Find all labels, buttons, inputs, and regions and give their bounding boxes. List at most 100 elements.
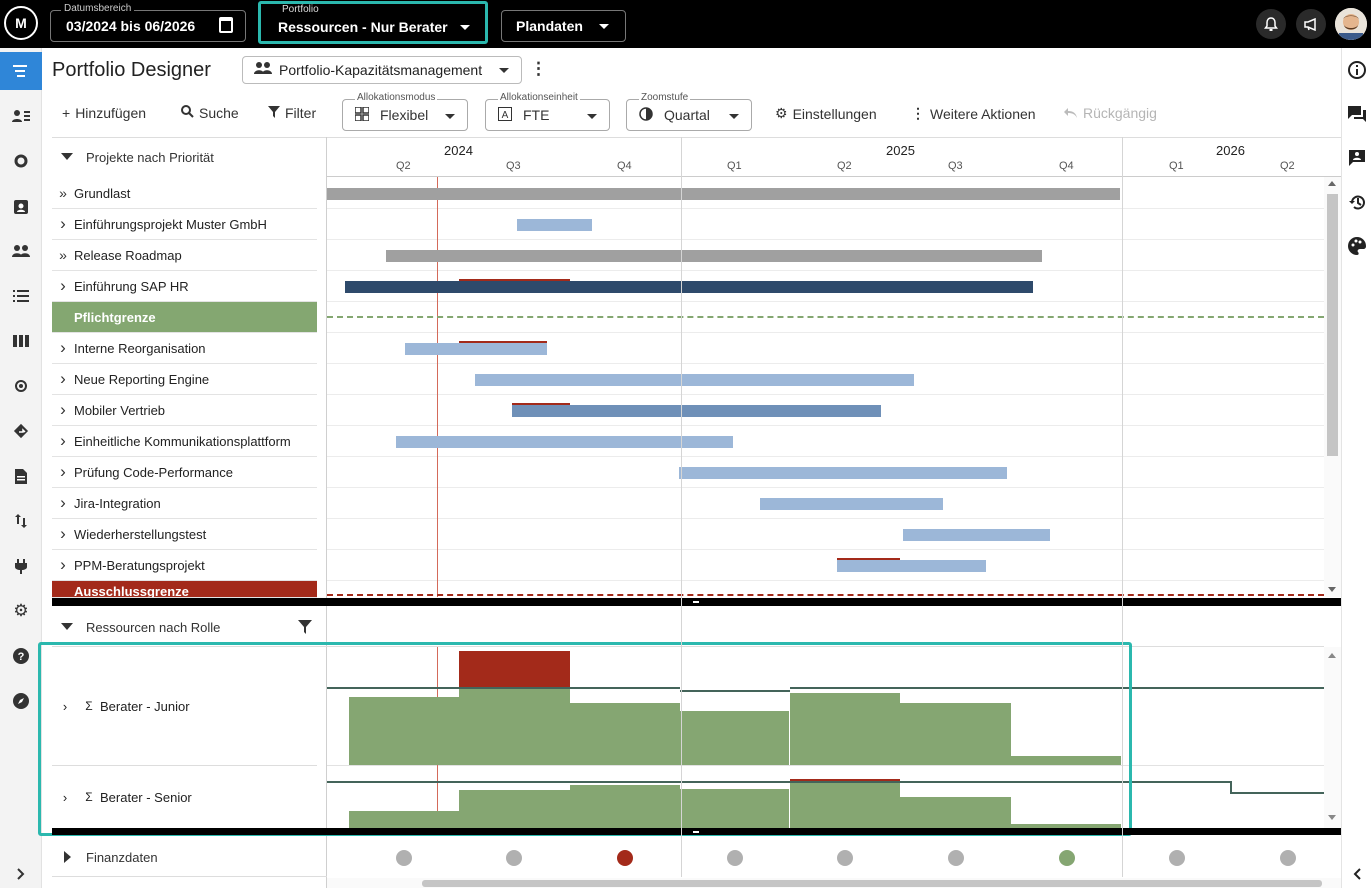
project-row[interactable]: » Release Roadmap <box>52 240 317 271</box>
project-row[interactable]: Pflichtgrenze <box>52 302 317 333</box>
project-row[interactable]: › Mobiler Vertrieb <box>52 395 317 426</box>
bell-icon[interactable] <box>1256 9 1286 39</box>
double-chevron-icon[interactable]: » <box>52 247 74 263</box>
gantt-scrollbar[interactable] <box>1324 177 1341 597</box>
gantt-bar[interactable] <box>396 436 733 448</box>
chevron-right-icon[interactable]: › <box>52 338 74 358</box>
chevron-right-icon[interactable]: › <box>52 493 74 513</box>
refresh-icon[interactable] <box>0 142 42 180</box>
user-list-icon[interactable] <box>0 97 42 135</box>
finance-status-dot[interactable] <box>837 850 853 866</box>
filter-icon[interactable] <box>298 620 312 639</box>
portfolio-field[interactable]: Portfolio Ressourcen - Nur Berater <box>258 1 488 44</box>
badge-icon[interactable] <box>0 187 42 225</box>
pane-splitter[interactable] <box>52 598 1341 606</box>
collapse-icon[interactable] <box>61 623 73 630</box>
chevron-right-icon[interactable]: › <box>52 369 74 389</box>
calendar-icon[interactable] <box>219 17 233 33</box>
gear-icon[interactable]: ⚙ <box>0 592 42 630</box>
gantt-bar[interactable] <box>837 560 986 572</box>
double-chevron-icon[interactable]: » <box>52 185 74 201</box>
project-row[interactable]: › Jira-Integration <box>52 488 317 519</box>
project-row[interactable]: › Prüfung Code-Performance <box>52 457 317 488</box>
scrollbar-thumb[interactable] <box>422 880 1322 887</box>
scrollbar-thumb[interactable] <box>1327 194 1338 456</box>
chevron-right-icon[interactable]: › <box>52 276 74 296</box>
finance-status-dot[interactable] <box>948 850 964 866</box>
gantt-bar[interactable] <box>475 374 914 386</box>
collapse-icon[interactable] <box>61 153 73 160</box>
chevron-right-icon[interactable]: › <box>52 462 74 482</box>
add-button[interactable]: + Hinzufügen <box>62 105 146 121</box>
more-vert-icon[interactable]: ⋮ <box>530 59 547 79</box>
data-mode-select[interactable]: Plandaten <box>501 10 626 42</box>
gantt-bar[interactable] <box>405 343 547 355</box>
scroll-up-icon[interactable] <box>1328 653 1336 658</box>
expand-icon[interactable] <box>64 851 71 863</box>
finance-status-dot[interactable] <box>506 850 522 866</box>
zoom-select[interactable]: Zoomstufe Quartal <box>626 92 752 131</box>
gantt-bar[interactable] <box>327 188 1120 200</box>
list-icon[interactable] <box>0 277 42 315</box>
undo-button[interactable]: Rückgängig <box>1064 105 1157 121</box>
finance-status-dot[interactable] <box>617 850 633 866</box>
project-row[interactable]: » Grundlast <box>52 178 317 209</box>
chevron-right-icon[interactable]: › <box>52 400 74 420</box>
finance-status-dot[interactable] <box>396 850 412 866</box>
gantt-bar[interactable] <box>345 281 1033 293</box>
project-row[interactable]: › Einführungsprojekt Muster GmbH <box>52 209 317 240</box>
chevron-right-icon[interactable]: › <box>52 214 74 234</box>
chat-icon[interactable] <box>1342 100 1371 128</box>
allocation-mode-select[interactable]: Allokationsmodus Flexibel <box>342 92 468 131</box>
scroll-down-icon[interactable] <box>1328 587 1336 592</box>
palette-icon[interactable] <box>1342 232 1371 260</box>
history-icon[interactable] <box>1342 188 1371 216</box>
chevron-right-icon[interactable]: › <box>52 524 74 544</box>
more-actions-button[interactable]: ⋮ Weitere Aktionen <box>911 105 1036 122</box>
scroll-down-icon[interactable] <box>1328 815 1336 820</box>
megaphone-icon[interactable] <box>1296 9 1326 39</box>
horizontal-scrollbar[interactable] <box>327 878 1341 888</box>
gantt-bar[interactable] <box>386 250 1042 262</box>
chevron-right-icon[interactable]: › <box>52 555 74 575</box>
document-icon[interactable] <box>0 457 42 495</box>
project-row[interactable]: › PPM-Beratungsprojekt <box>52 550 317 581</box>
search-button[interactable]: Suche <box>181 105 239 121</box>
settings-button[interactable]: ⚙ Einstellungen <box>775 105 877 122</box>
allocation-unit-select[interactable]: Allokationseinheit A FTE <box>485 92 610 131</box>
finance-status-dot[interactable] <box>1059 850 1075 866</box>
app-logo[interactable]: M <box>4 6 38 40</box>
finance-status-dot[interactable] <box>727 850 743 866</box>
project-row[interactable]: › Wiederherstellungstest <box>52 519 317 550</box>
target-icon[interactable] <box>0 367 42 405</box>
pane-splitter[interactable] <box>52 828 1341 835</box>
gantt-bar[interactable] <box>679 467 1007 479</box>
gantt-bar[interactable] <box>760 498 943 510</box>
project-row[interactable]: › Einheitliche Kommunikationsplattform <box>52 426 317 457</box>
gantt-bar[interactable] <box>903 529 1050 541</box>
route-icon[interactable] <box>0 412 42 450</box>
filter-button[interactable]: Filter <box>268 105 316 121</box>
finance-status-dot[interactable] <box>1280 850 1296 866</box>
gantt-icon[interactable] <box>0 52 42 90</box>
splitter-handle[interactable] <box>693 831 699 833</box>
project-row[interactable]: Ausschlussgrenze <box>52 581 317 598</box>
project-row[interactable]: › Neue Reporting Engine <box>52 364 317 395</box>
chevron-right-icon[interactable] <box>0 855 42 888</box>
scroll-up-icon[interactable] <box>1328 181 1336 186</box>
swap-icon[interactable] <box>0 502 42 540</box>
chevron-right-icon[interactable]: › <box>52 431 74 451</box>
columns-icon[interactable] <box>0 322 42 360</box>
gantt-bar[interactable] <box>517 219 592 231</box>
user-avatar[interactable] <box>1335 8 1367 40</box>
gantt-bar[interactable] <box>512 405 881 417</box>
help-icon[interactable]: ? <box>0 637 42 675</box>
resource-scrollbar[interactable] <box>1324 647 1341 828</box>
view-selector[interactable]: Portfolio-Kapazitätsmanagement <box>242 56 522 84</box>
info-icon[interactable] <box>1342 56 1371 84</box>
people-icon[interactable] <box>0 232 42 270</box>
plug-icon[interactable] <box>0 547 42 585</box>
splitter-handle[interactable] <box>693 601 699 603</box>
finance-status-dot[interactable] <box>1169 850 1185 866</box>
project-row[interactable]: › Interne Reorganisation <box>52 333 317 364</box>
